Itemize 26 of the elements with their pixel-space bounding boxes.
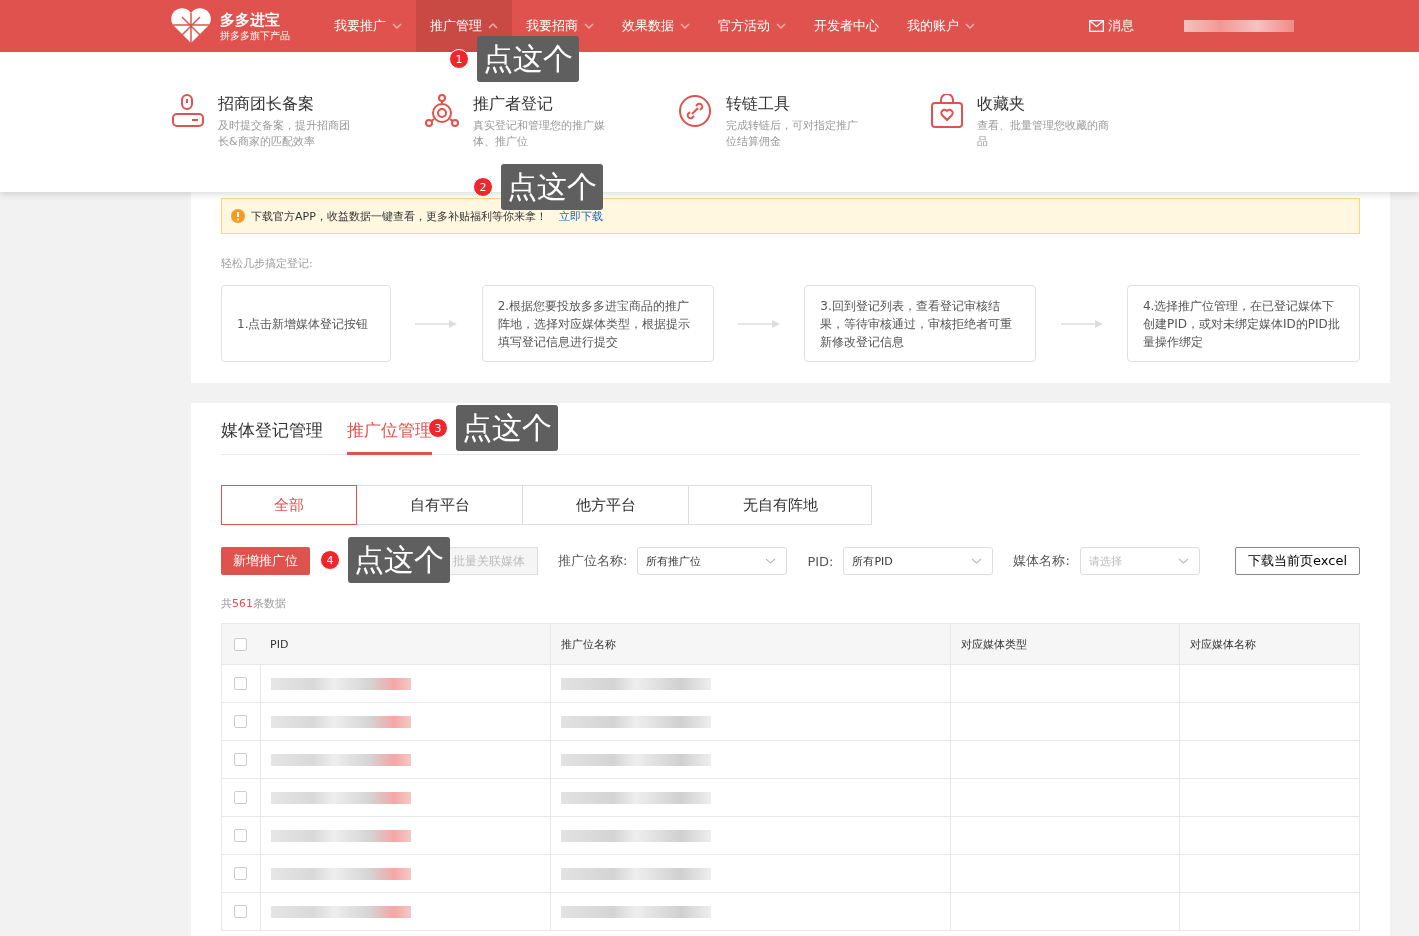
step-number-badge: 2 xyxy=(473,177,493,197)
callout-tooltip: 点这个 xyxy=(456,405,558,451)
notice-text: 下载官方APP，收益数据一键查看，更多补贴福利等你来拿！ xyxy=(251,208,547,224)
step-card: 3.回到登记列表，查看登记审核结果，等待审核通过，审核拒绝者可重新修改登记信息 xyxy=(804,285,1037,362)
step-number-badge: 4 xyxy=(320,550,340,570)
filter-label: PID: xyxy=(807,553,834,569)
menu-item-description: 查看、批量管理您收藏的商品 xyxy=(977,118,1110,150)
column-header: PID xyxy=(269,636,290,653)
menu-item-description: 及时提交备案，提升招商团长&商家的匹配效率 xyxy=(218,118,351,150)
record-count: 共561条数据 xyxy=(221,596,287,611)
callout-tooltip: 点这个 xyxy=(348,537,450,583)
filter-label: 推广位名称: xyxy=(558,552,628,570)
menu-item-description: 真实登记和管理您的推广媒体、推广位 xyxy=(473,118,606,150)
steps-heading: 轻松几步搞定登记: xyxy=(221,256,314,271)
column-header: 推广位名称 xyxy=(550,624,950,664)
step-card: 1.点击新增媒体登记按钮 xyxy=(221,285,391,362)
step-card: 4.选择推广位管理，在已登记媒体下创建PID，或对未绑定媒体ID的PID批量操作绑定 xyxy=(1126,285,1360,362)
step-card: 2.根据您要投放多多进宝商品的推广阵地，选择对应媒体类型，根据提示填写登记信息进行提交 xyxy=(481,285,714,362)
filter-label: 媒体名称: xyxy=(1013,552,1070,570)
brand-name: 多多进宝 xyxy=(220,10,281,29)
menu-item-description: 完成转链后，可对指定推广位结算佣金 xyxy=(726,118,859,150)
column-header: 对应媒体名称 xyxy=(1179,624,1359,664)
callout-tooltip: 点这个 xyxy=(477,36,579,82)
column-header: 对应媒体类型 xyxy=(950,624,1183,664)
brand-tagline: 拼多多旗下产品 xyxy=(220,28,290,42)
callout-tooltip: 点这个 xyxy=(501,164,603,210)
